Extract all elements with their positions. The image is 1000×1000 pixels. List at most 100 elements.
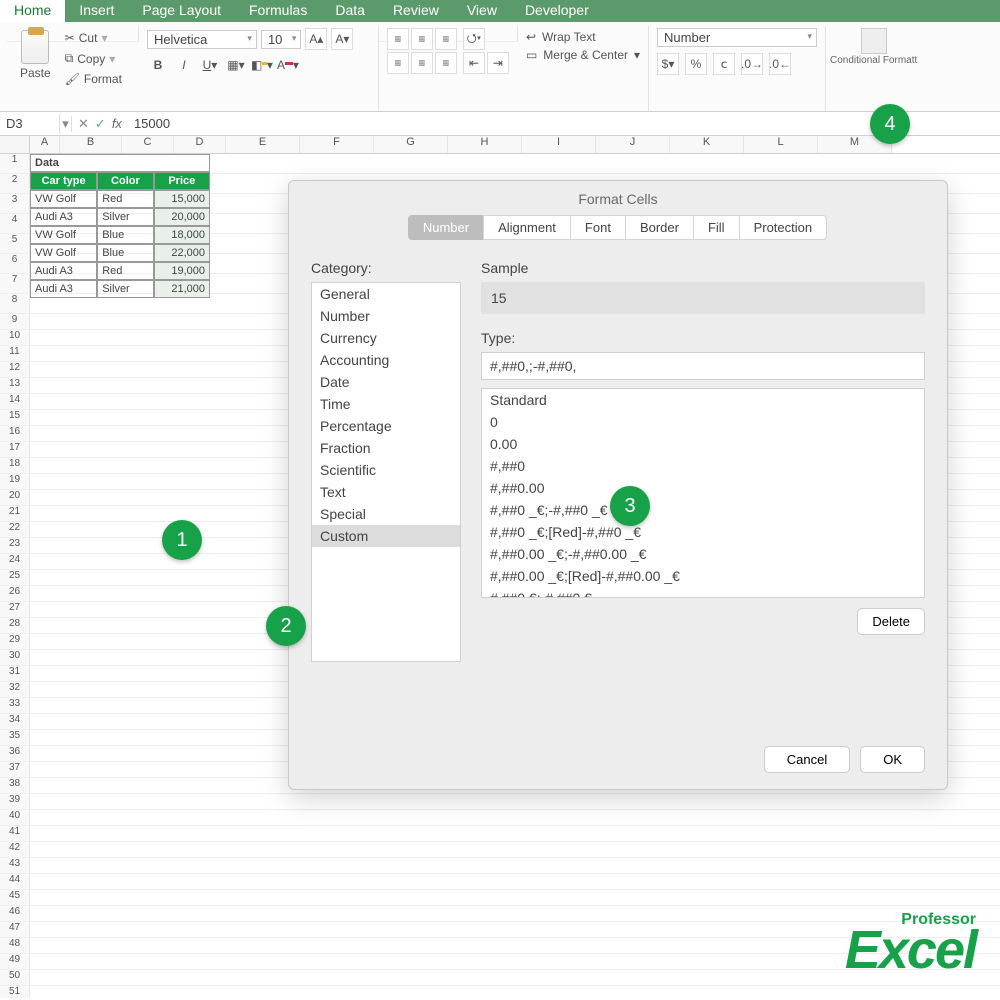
row-header-36[interactable]: 36 — [0, 746, 30, 761]
name-box-dropdown[interactable]: ▾ — [60, 116, 72, 132]
table-row[interactable]: Audi A3Silver20,000 — [30, 208, 210, 226]
align-middle-button[interactable]: ≡ — [411, 28, 433, 50]
delete-button[interactable]: Delete — [857, 608, 925, 635]
type-option[interactable]: Standard — [482, 389, 924, 411]
col-header-J[interactable]: J — [596, 136, 670, 153]
row-header-26[interactable]: 26 — [0, 586, 30, 601]
category-scientific[interactable]: Scientific — [312, 459, 460, 481]
col-header-H[interactable]: H — [448, 136, 522, 153]
category-text[interactable]: Text — [312, 481, 460, 503]
row-header-22[interactable]: 22 — [0, 522, 30, 537]
row-header-48[interactable]: 48 — [0, 938, 30, 953]
tab-review[interactable]: Review — [379, 0, 453, 22]
row-header-10[interactable]: 10 — [0, 330, 30, 345]
row-header-34[interactable]: 34 — [0, 714, 30, 729]
row-header-51[interactable]: 51 — [0, 986, 30, 998]
cell-cartype[interactable]: Audi A3 — [30, 208, 97, 226]
col-header-F[interactable]: F — [300, 136, 374, 153]
row-header-39[interactable]: 39 — [0, 794, 30, 809]
font-name-select[interactable]: Helvetica — [147, 30, 257, 49]
col-header-K[interactable]: K — [670, 136, 744, 153]
cell-color[interactable]: Silver — [97, 280, 153, 298]
row-header-9[interactable]: 9 — [0, 314, 30, 329]
col-header-C[interactable]: C — [122, 136, 174, 153]
row-header-7[interactable]: 7 — [0, 274, 30, 293]
col-header-B[interactable]: B — [60, 136, 122, 153]
number-format-select[interactable]: Number — [657, 28, 817, 47]
type-option[interactable]: #,##0.00 — [482, 477, 924, 499]
dialog-tab-font[interactable]: Font — [570, 215, 626, 240]
row-header-13[interactable]: 13 — [0, 378, 30, 393]
row-header-31[interactable]: 31 — [0, 666, 30, 681]
row-header-11[interactable]: 11 — [0, 346, 30, 361]
col-header-A[interactable]: A — [30, 136, 60, 153]
fx-icon[interactable]: fx — [112, 116, 122, 131]
row-header-2[interactable]: 2 — [0, 174, 30, 193]
align-left-button[interactable]: ≡ — [387, 52, 409, 74]
type-option[interactable]: 0.00 — [482, 433, 924, 455]
dialog-tab-border[interactable]: Border — [625, 215, 694, 240]
cancel-button[interactable]: Cancel — [764, 746, 850, 773]
type-option[interactable]: #,##0 €;-#,##0 € — [482, 587, 924, 598]
italic-button[interactable]: I — [173, 54, 195, 76]
border-button[interactable]: ▦▾ — [225, 54, 247, 76]
cut-button[interactable]: ✂ Cut ▾ — [61, 30, 126, 46]
cell-price[interactable]: 20,000 — [154, 208, 210, 226]
tab-formulas[interactable]: Formulas — [235, 0, 321, 22]
cell-cartype[interactable]: Audi A3 — [30, 280, 97, 298]
row-header-17[interactable]: 17 — [0, 442, 30, 457]
tab-insert[interactable]: Insert — [65, 0, 128, 22]
row-header-28[interactable]: 28 — [0, 618, 30, 633]
align-bottom-button[interactable]: ≡ — [435, 28, 457, 50]
cell-price[interactable]: 21,000 — [154, 280, 210, 298]
row-header-30[interactable]: 30 — [0, 650, 30, 665]
orientation-button[interactable]: ⭯▾ — [463, 28, 485, 50]
category-accounting[interactable]: Accounting — [312, 349, 460, 371]
row-header-47[interactable]: 47 — [0, 922, 30, 937]
dialog-tab-fill[interactable]: Fill — [693, 215, 740, 240]
row-header-19[interactable]: 19 — [0, 474, 30, 489]
row-header-3[interactable]: 3 — [0, 194, 30, 213]
cell-price[interactable]: 22,000 — [154, 244, 210, 262]
table-row[interactable]: Audi A3Red19,000 — [30, 262, 210, 280]
cell-color[interactable]: Red — [97, 190, 153, 208]
category-general[interactable]: General — [312, 283, 460, 305]
type-list[interactable]: Standard00.00#,##0#,##0.00#,##0 _€;-#,##… — [481, 388, 925, 598]
row-header-41[interactable]: 41 — [0, 826, 30, 841]
conditional-formatting-button[interactable]: Conditional Formatt — [826, 26, 921, 111]
row-header-5[interactable]: 5 — [0, 234, 30, 253]
category-special[interactable]: Special — [312, 503, 460, 525]
cell-color[interactable]: Blue — [97, 244, 153, 262]
category-list[interactable]: GeneralNumberCurrencyAccountingDateTimeP… — [311, 282, 461, 662]
type-option[interactable]: #,##0 _€;-#,##0 _€ — [482, 499, 924, 521]
cell-price[interactable]: 18,000 — [154, 226, 210, 244]
cell-cartype[interactable]: VW Golf — [30, 244, 97, 262]
category-custom[interactable]: Custom — [312, 525, 460, 547]
fill-color-button[interactable]: ◧▾ — [251, 54, 273, 76]
row-header-12[interactable]: 12 — [0, 362, 30, 377]
ok-button[interactable]: OK — [860, 746, 925, 773]
tab-view[interactable]: View — [453, 0, 511, 22]
increase-font-button[interactable]: A▴ — [305, 28, 327, 50]
row-header-14[interactable]: 14 — [0, 394, 30, 409]
bold-button[interactable]: B — [147, 54, 169, 76]
col-header-E[interactable]: E — [226, 136, 300, 153]
comma-button[interactable]: ⅽ — [713, 53, 735, 75]
category-fraction[interactable]: Fraction — [312, 437, 460, 459]
row-header-6[interactable]: 6 — [0, 254, 30, 273]
row-header-23[interactable]: 23 — [0, 538, 30, 553]
row-header-45[interactable]: 45 — [0, 890, 30, 905]
name-box[interactable]: D3 — [0, 114, 60, 133]
format-painter-button[interactable]: 🖌 Format — [61, 71, 126, 87]
select-all-corner[interactable] — [0, 136, 30, 153]
row-header-8[interactable]: 8 — [0, 294, 30, 313]
row-header-43[interactable]: 43 — [0, 858, 30, 873]
tab-home[interactable]: Home — [0, 0, 65, 22]
table-row[interactable]: VW GolfBlue22,000 — [30, 244, 210, 262]
cell-cartype[interactable]: VW Golf — [30, 226, 97, 244]
accept-formula-icon[interactable]: ✓ — [95, 116, 106, 132]
tab-developer[interactable]: Developer — [511, 0, 603, 22]
percent-button[interactable]: % — [685, 53, 707, 75]
decrease-font-button[interactable]: A▾ — [331, 28, 353, 50]
type-option[interactable]: #,##0.00 _€;-#,##0.00 _€ — [482, 543, 924, 565]
